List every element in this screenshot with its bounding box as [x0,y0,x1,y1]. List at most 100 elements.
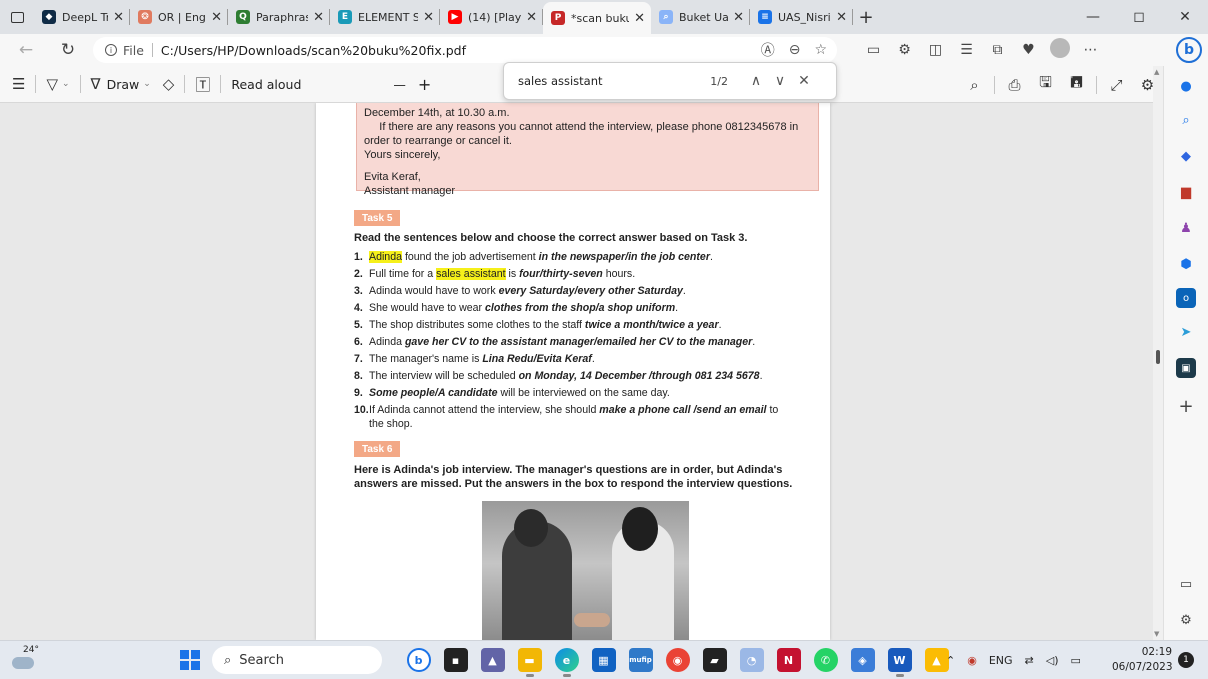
whatsapp-icon[interactable]: ✆ [813,648,838,672]
close-tab-icon[interactable]: ✕ [211,10,222,25]
sidebar-toggle-icon[interactable]: ▭ [858,42,889,58]
netflix-icon[interactable]: N [776,648,801,672]
split-screen-icon[interactable]: ◫ [920,42,951,58]
print-button[interactable]: ⎙ [999,66,1030,103]
microsoft365-icon[interactable]: ⬢ [1176,254,1196,274]
tray-chevron-icon[interactable]: ⌃ [946,654,955,667]
back-button[interactable]: ← [10,34,42,66]
address-bar[interactable]: i File C:/Users/HP/Downloads/scan%20buku… [93,37,837,63]
mufip-app-icon[interactable]: mufip [628,648,653,672]
drop-icon[interactable]: ➤ [1176,322,1196,342]
info-icon[interactable]: i [105,44,117,56]
tab-actions-button[interactable] [0,0,34,34]
performance-icon[interactable]: ♥ [1013,42,1044,58]
favorites-icon[interactable]: ☰ [951,42,982,58]
browser-tab[interactable]: ▶ (14) [Play ✕ [440,0,543,34]
shopping-tag-icon[interactable]: ◆ [1176,146,1196,166]
question-text: She would have to wear clothes from the … [369,300,678,317]
browser-tab[interactable]: P *scan buku fi ✕ [543,2,651,34]
find-next-button[interactable]: ∨ [768,73,792,89]
volume-icon[interactable]: ◁) [1046,654,1059,667]
find-close-button[interactable]: ✕ [792,73,816,89]
screenshot-icon[interactable]: ▣ [1176,358,1196,378]
close-tab-icon[interactable]: ✕ [733,10,744,25]
browser-tab[interactable]: Q Paraphrasing ✕ [228,0,330,34]
clock-date: 06/07/2023 [1112,661,1173,673]
weather-widget[interactable]: 24° [10,645,39,673]
word-icon[interactable]: W [887,648,912,677]
scroll-down-icon[interactable]: ▼ [1154,630,1159,638]
browser-tab[interactable]: ≡ UAS_Nisrina A ✕ [750,0,853,34]
minimize-button[interactable]: — [1070,0,1116,34]
collections-icon[interactable]: ⧉ [982,42,1013,58]
network-icon[interactable]: ⇄ [1025,654,1034,667]
language-indicator[interactable]: ENG [989,654,1013,667]
add-sidebar-app-icon[interactable]: + [1176,396,1196,417]
file-explorer-icon[interactable]: ▬ [517,648,542,677]
save-as-button[interactable]: 🖪 [1061,66,1092,103]
contents-button[interactable]: ☰ [0,66,31,103]
clock[interactable]: 02:19 06/07/2023 [1112,645,1173,675]
notification-badge[interactable]: 1 [1178,652,1194,668]
zoom-in-button[interactable]: + [412,66,437,103]
battery-icon[interactable]: ▭ [1071,654,1081,667]
wifi-app-icon[interactable]: ◔ [739,648,764,672]
new-tab-button[interactable]: + [853,7,879,28]
highlight-button[interactable]: ▽ ⌄ [40,66,75,103]
more-menu-icon[interactable]: ⋯ [1075,42,1106,58]
url-text[interactable]: C:/Users/HP/Downloads/scan%20buku%20fix.… [161,43,466,58]
browser-tab[interactable]: ⌕ Buket Uang 1 ✕ [651,0,750,34]
stack-app-icon[interactable]: ◈ [850,648,875,672]
profile-avatar[interactable] [1044,38,1075,62]
close-tab-icon[interactable]: ✕ [423,10,434,25]
search-icon[interactable]: ⌕ [1176,110,1196,130]
notifications-icon[interactable]: ● [1176,76,1196,96]
scroll-up-icon[interactable]: ▲ [1154,68,1159,76]
tools-briefcase-icon[interactable]: ▆ [1176,182,1196,202]
taskbar-search[interactable]: ⌕ Search [212,646,382,674]
sticky-notes-icon[interactable]: ▰ [702,648,727,672]
bing-copilot-button[interactable]: b [1176,37,1202,63]
close-tab-icon[interactable]: ✕ [313,10,324,25]
tray-app-icon[interactable]: ◉ [967,654,977,667]
zoom-out-button[interactable]: — [387,66,412,103]
scrollbar-thumb[interactable] [1156,350,1160,364]
browser-tab[interactable]: ◆ DeepL Transla ✕ [34,0,130,34]
close-tab-icon[interactable]: ✕ [526,10,537,25]
close-tab-icon[interactable]: ✕ [634,11,645,26]
close-tab-icon[interactable]: ✕ [113,10,124,25]
close-tab-icon[interactable]: ✕ [836,10,847,25]
zoom-icon[interactable]: ⊖ [789,42,801,58]
games-icon[interactable]: ♟ [1176,218,1196,238]
start-button[interactable] [180,650,200,670]
store-icon[interactable]: ▦ [591,648,616,672]
copilot-icon[interactable]: b [406,648,431,672]
edge-icon[interactable]: e [554,648,579,677]
find-button[interactable]: ⌕ [959,66,990,103]
vertical-scrollbar[interactable]: ▲ ▼ [1153,66,1163,640]
read-aloud-icon[interactable]: Ⓐ [761,40,775,60]
extensions-icon[interactable]: ⚙ [889,42,920,58]
favorite-star-icon[interactable]: ☆ [814,42,827,58]
save-button[interactable]: 🖫 [1030,66,1061,103]
browser-tab[interactable]: E ELEMENT Syn ✕ [330,0,440,34]
erase-button[interactable]: ◇ [157,66,181,103]
find-input[interactable]: sales assistant [518,74,698,88]
fullscreen-button[interactable]: ⤢ [1101,66,1132,103]
browser-tab[interactable]: ❂ OR | English n ✕ [130,0,228,34]
close-window-button[interactable]: ✕ [1162,0,1208,34]
quillbot-icon: Q [236,10,250,24]
hide-sidebar-icon[interactable]: ▭ [1176,574,1196,594]
chrome-icon[interactable]: ◉ [665,648,690,672]
restore-button[interactable]: ◻ [1116,0,1162,34]
draw-button[interactable]: ∇ Draw ⌄ [85,66,157,103]
find-previous-button[interactable]: ∧ [744,73,768,89]
teams-icon[interactable]: ▲ [480,648,505,672]
refresh-button[interactable]: ↻ [52,34,84,66]
read-aloud-button[interactable]: Read aloud [225,66,307,103]
pdf-viewer[interactable]: December 14th, at 10.30 a.m. If there ar… [0,103,1153,640]
outlook-icon[interactable]: o [1176,288,1196,308]
task-view-icon[interactable]: ▪ [443,648,468,672]
sidebar-settings-icon[interactable]: ⚙ [1176,610,1196,630]
add-text-button[interactable]: 🅃 [189,66,216,103]
